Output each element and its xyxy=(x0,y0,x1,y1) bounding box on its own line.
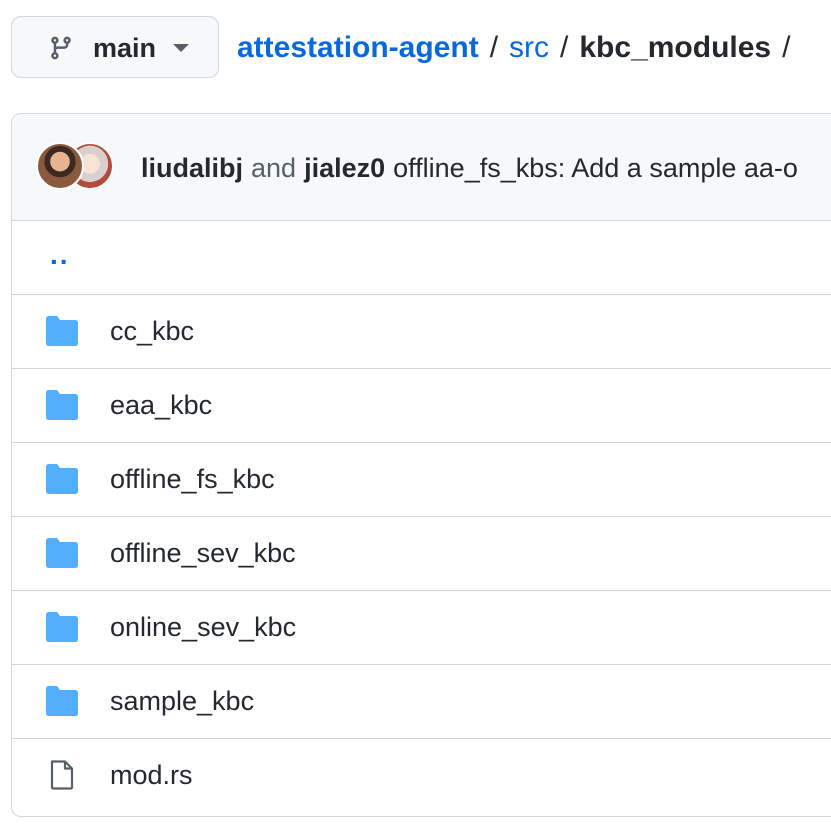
folder-icon xyxy=(46,686,78,716)
parent-dir-link[interactable]: .. xyxy=(50,239,70,271)
repo-navigation-bar: main attestation-agent / src / kbc_modul… xyxy=(0,0,831,96)
breadcrumb-src-link[interactable]: src xyxy=(509,28,549,68)
triangle-down-icon xyxy=(173,44,189,52)
breadcrumb-repo-link[interactable]: attestation-agent xyxy=(237,28,479,68)
breadcrumb: attestation-agent / src / kbc_modules / xyxy=(237,28,801,68)
latest-commit-header: liudalibj and jialez0 offline_fs_kbs: Add a… xyxy=(12,114,831,221)
list-item[interactable]: offline_fs_kbc xyxy=(12,443,831,517)
list-item[interactable]: eaa_kbc xyxy=(12,369,831,443)
breadcrumb-current-dir: kbc_modules xyxy=(579,31,772,64)
list-item[interactable]: sample_kbc xyxy=(12,665,831,739)
file-name-link[interactable]: eaa_kbc xyxy=(110,387,212,423)
file-name-link[interactable]: offline_fs_kbc xyxy=(110,461,275,497)
avatar[interactable] xyxy=(36,142,84,190)
file-name-link[interactable]: offline_sev_kbc xyxy=(110,535,296,571)
file-list-box: liudalibj and jialez0 offline_fs_kbs: Add a… xyxy=(11,113,831,817)
breadcrumb-separator: / xyxy=(782,31,791,64)
file-name-link[interactable]: sample_kbc xyxy=(110,683,254,719)
folder-icon xyxy=(46,316,78,346)
commit-avatars xyxy=(36,142,116,194)
commit-author-link[interactable]: liudalibj xyxy=(141,153,243,183)
commit-message-link[interactable]: offline_fs_kbs: Add a sample aa-o xyxy=(393,153,798,183)
file-name-link[interactable]: cc_kbc xyxy=(110,313,194,349)
list-item[interactable]: cc_kbc xyxy=(12,295,831,369)
list-item[interactable]: online_sev_kbc xyxy=(12,591,831,665)
folder-icon xyxy=(46,464,78,494)
file-list: .. cc_kbc eaa_kbc offline_fs_kbc offline… xyxy=(12,221,831,813)
breadcrumb-separator: / xyxy=(489,31,499,64)
folder-icon xyxy=(46,612,78,642)
list-item[interactable]: mod.rs xyxy=(12,739,831,813)
branch-name: main xyxy=(93,33,157,63)
folder-icon xyxy=(46,538,78,568)
folder-icon xyxy=(46,390,78,420)
list-item[interactable]: offline_sev_kbc xyxy=(12,517,831,591)
breadcrumb-separator: / xyxy=(560,31,569,64)
list-item-parent-dir[interactable]: .. xyxy=(12,221,831,295)
git-branch-icon xyxy=(51,36,71,60)
commit-conjunction: and xyxy=(251,153,297,183)
commit-coauthor-link[interactable]: jialez0 xyxy=(304,153,385,183)
file-icon xyxy=(50,760,74,790)
file-name-link[interactable]: online_sev_kbc xyxy=(110,609,296,645)
branch-select-button[interactable]: main xyxy=(11,16,219,78)
file-name-link[interactable]: mod.rs xyxy=(110,757,193,793)
commit-summary: liudalibj and jialez0 offline_fs_kbs: Add a… xyxy=(141,150,798,186)
